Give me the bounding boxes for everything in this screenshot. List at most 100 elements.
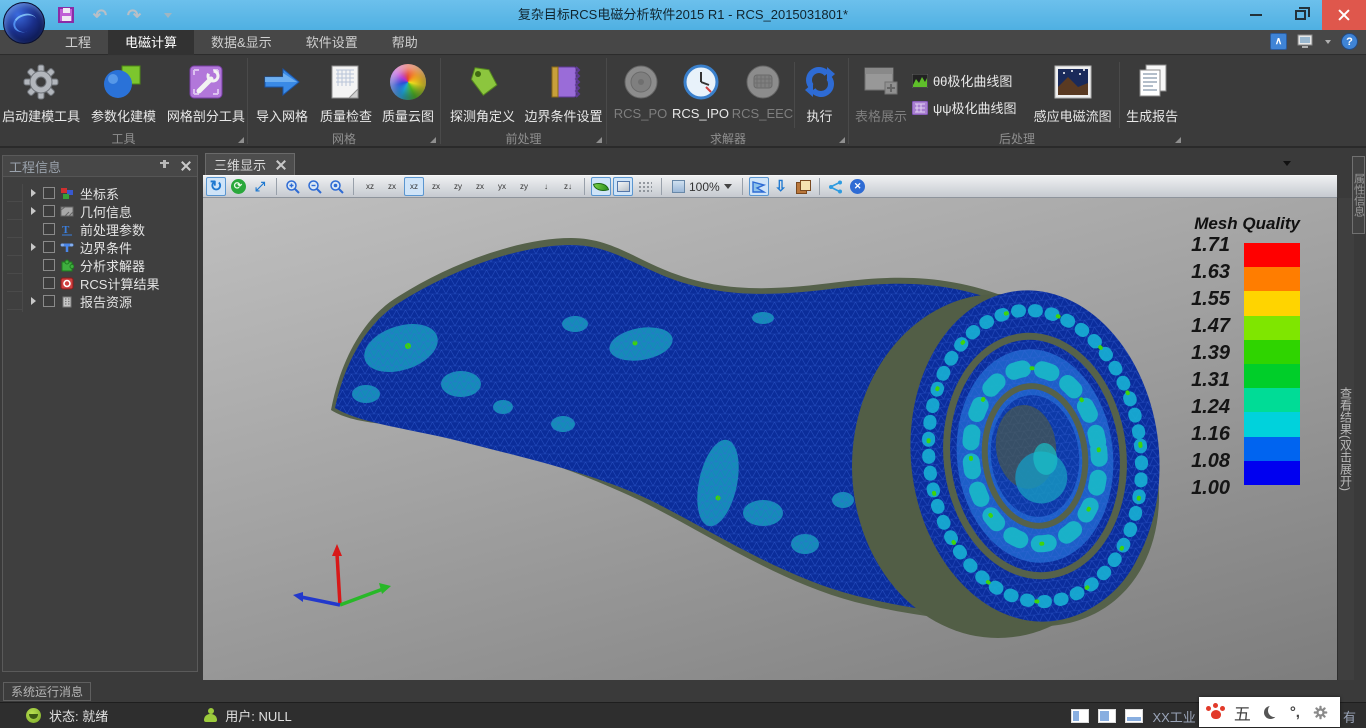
pan-zoom-button[interactable]: ⤢: [250, 177, 270, 196]
zoom-in-button[interactable]: [283, 177, 303, 196]
rcs-ipo-button[interactable]: RCS_IPO: [670, 58, 732, 130]
moon-icon[interactable]: [1264, 706, 1277, 719]
display-icon[interactable]: [1297, 34, 1315, 50]
collapse-ribbon-button[interactable]: ∧: [1270, 33, 1287, 50]
checkbox[interactable]: [43, 205, 55, 217]
quality-cloud-map-button[interactable]: 质量云图: [377, 58, 439, 130]
quick-access-dropdown[interactable]: [157, 4, 179, 26]
view-xz-button[interactable]: xz: [360, 177, 380, 196]
restore-button[interactable]: [1278, 0, 1322, 30]
legend-swatch: [1244, 340, 1300, 364]
tab-help[interactable]: 帮助: [375, 30, 435, 55]
tab-3d-display[interactable]: 三维显示: [205, 153, 295, 175]
tab-close-icon[interactable]: [276, 160, 286, 170]
share-icon: [828, 180, 844, 194]
help-button[interactable]: ?: [1341, 33, 1358, 50]
view-zy2-button[interactable]: zy: [514, 177, 534, 196]
view-iso2-button[interactable]: z↓: [558, 177, 578, 196]
drop-tool-button[interactable]: ⇩: [771, 177, 791, 196]
layout-left-icon[interactable]: [1071, 709, 1089, 723]
undo-button[interactable]: ↶: [89, 4, 111, 26]
ime-toolbar[interactable]: 五 °,: [1199, 697, 1340, 727]
tab-list-dropdown-icon[interactable]: [1283, 161, 1291, 166]
tab-data-display[interactable]: 数据&显示: [194, 30, 289, 55]
layout-bottom-icon[interactable]: [1125, 709, 1143, 723]
share-flow-button[interactable]: [826, 177, 846, 196]
ime-punctuation[interactable]: °,: [1290, 704, 1300, 721]
ime-mode[interactable]: 五: [1234, 700, 1251, 725]
import-mesh-button[interactable]: 导入网格: [249, 58, 315, 130]
wireframe-mode-button[interactable]: [613, 177, 633, 196]
close-button[interactable]: [1322, 0, 1366, 30]
layout-split-icon[interactable]: [1098, 709, 1116, 723]
shaded-mode-button[interactable]: [591, 177, 611, 196]
app-logo-icon[interactable]: [3, 2, 45, 44]
expand-icon[interactable]: [31, 297, 36, 305]
refresh-view-button[interactable]: ⟳: [228, 177, 248, 196]
checkbox[interactable]: [43, 187, 55, 199]
group-expand-icon[interactable]: [238, 137, 244, 143]
checkbox[interactable]: [43, 241, 55, 253]
minimize-button[interactable]: [1234, 0, 1278, 30]
view-xz2-button[interactable]: xz: [404, 177, 424, 196]
system-messages-tab[interactable]: 系统运行消息: [3, 682, 91, 701]
save-button[interactable]: [55, 4, 77, 26]
expand-icon[interactable]: [31, 189, 36, 197]
expand-icon[interactable]: [31, 243, 36, 251]
view-zx-button[interactable]: zx: [382, 177, 402, 196]
theta-polarization-curve-button[interactable]: θθ极化曲线图: [912, 71, 1026, 90]
mesh-partition-tool-button[interactable]: 网格剖分工具: [165, 58, 247, 130]
view-yx-button[interactable]: yx: [492, 177, 512, 196]
view-zx3-button[interactable]: zx: [470, 177, 490, 196]
view-zy-button[interactable]: zy: [448, 177, 468, 196]
execute-button[interactable]: 执行: [795, 58, 845, 130]
view-zx2-button[interactable]: zx: [426, 177, 446, 196]
psi-polarization-curve-button[interactable]: ψψ极化曲线图: [912, 98, 1026, 117]
tree-item-boundary-condition[interactable]: 边界条件: [3, 238, 197, 256]
quality-check-button[interactable]: 质量检查: [315, 58, 377, 130]
tab-em-computation[interactable]: 电磁计算: [108, 30, 194, 55]
detection-angle-button[interactable]: 探测角定义: [443, 58, 523, 130]
tree-item-report-resources[interactable]: 报告资源: [3, 292, 197, 310]
tab-engineering[interactable]: 工程: [48, 30, 108, 55]
copy-image-button[interactable]: [793, 177, 813, 196]
zoom-fit-button[interactable]: [327, 177, 347, 196]
panel-close-icon[interactable]: [181, 161, 191, 171]
ime-settings-gear-icon[interactable]: [1313, 705, 1328, 720]
induced-current-map-button[interactable]: 感应电磁流图: [1026, 58, 1119, 130]
expand-icon[interactable]: [31, 207, 36, 215]
checkbox[interactable]: [43, 259, 55, 271]
display-dropdown-icon[interactable]: [1325, 40, 1331, 44]
pin-icon[interactable]: [159, 160, 171, 172]
launch-modeling-tool-button[interactable]: 启动建模工具: [0, 58, 82, 130]
knob-icon: [622, 60, 660, 104]
group-expand-icon[interactable]: [839, 137, 845, 143]
tree-item-coordinate-system[interactable]: 坐标系: [3, 184, 197, 202]
flag-tool-button[interactable]: [749, 177, 769, 196]
property-info-tab[interactable]: 属性信息: [1352, 156, 1365, 234]
points-mode-button[interactable]: [635, 177, 655, 196]
close-view-button[interactable]: ✕: [848, 177, 868, 196]
view-iso1-button[interactable]: ↓: [536, 177, 556, 196]
tab-software-settings[interactable]: 软件设置: [289, 30, 375, 55]
tree-item-preprocess-params[interactable]: T 前处理参数: [3, 220, 197, 238]
checkbox[interactable]: [43, 223, 55, 235]
rotate-view-button[interactable]: ↻: [206, 177, 226, 196]
generate-report-button[interactable]: 生成报告: [1120, 58, 1184, 130]
checkbox[interactable]: [43, 277, 55, 289]
checkbox[interactable]: [43, 295, 55, 307]
viewport-3d[interactable]: Mesh Quality 1.71 1.63 1.55 1.47 1.39 1.…: [203, 198, 1337, 680]
view-results-strip[interactable]: 查看结果(双击展开): [1337, 198, 1354, 680]
baidu-paw-icon[interactable]: [1211, 710, 1221, 719]
redo-button[interactable]: ↷: [123, 4, 145, 26]
zoom-out-button[interactable]: [305, 177, 325, 196]
zoom-level-select[interactable]: 100%: [668, 177, 736, 196]
tree-item-rcs-results[interactable]: RCS计算结果: [3, 274, 197, 292]
tree-item-geometry-info[interactable]: 几何信息: [3, 202, 197, 220]
group-expand-icon[interactable]: [1175, 137, 1181, 143]
boundary-condition-button[interactable]: 边界条件设置: [523, 58, 605, 130]
group-expand-icon[interactable]: [596, 137, 602, 143]
tree-item-analysis-solver[interactable]: 分析求解器: [3, 256, 197, 274]
parametric-modeling-button[interactable]: 参数化建模: [82, 58, 164, 130]
group-expand-icon[interactable]: [430, 137, 436, 143]
